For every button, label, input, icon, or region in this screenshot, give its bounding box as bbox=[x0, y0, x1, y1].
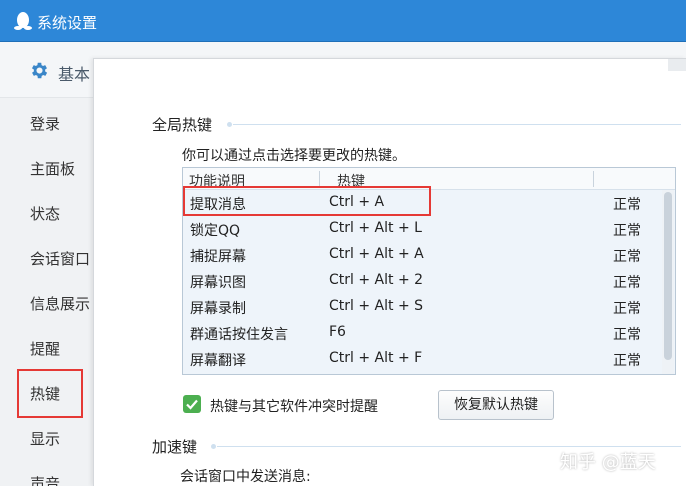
table-row[interactable]: 捕捉屏幕 Ctrl + Alt + A 正常 bbox=[183, 242, 661, 268]
cell-function: 锁定QQ bbox=[190, 223, 241, 239]
cell-status: 正常 bbox=[613, 249, 641, 265]
table-scrollbar[interactable] bbox=[662, 190, 674, 374]
cell-function: 屏幕识图 bbox=[190, 275, 246, 291]
cell-hotkey: F6 bbox=[329, 324, 346, 340]
send-message-label: 会话窗口中发送消息: bbox=[180, 469, 311, 485]
cell-function: 屏幕翻译 bbox=[190, 353, 246, 369]
cell-status: 正常 bbox=[613, 197, 641, 213]
column-separator bbox=[319, 171, 320, 187]
cell-status: 正常 bbox=[613, 353, 641, 369]
sidebar-item-reminders[interactable]: 提醒 bbox=[30, 338, 60, 359]
highlight-box-hotkeys bbox=[17, 369, 83, 418]
cell-hotkey: Ctrl + Alt + S bbox=[329, 298, 424, 314]
sidebar-item-display[interactable]: 显示 bbox=[30, 428, 60, 449]
conflict-reminder-label[interactable]: 热键与其它软件冲突时提醒 bbox=[210, 396, 378, 416]
table-row[interactable]: 锁定QQ Ctrl + Alt + L 正常 bbox=[183, 216, 661, 242]
cell-status: 正常 bbox=[613, 275, 641, 291]
hotkey-settings-panel: 全局热键 你可以通过点击选择要更改的热键。 功能说明 热键 提取消息 Ctrl … bbox=[93, 58, 686, 486]
sidebar-item-sound[interactable]: 声音 bbox=[30, 473, 60, 486]
sidebar-header-label: 基本 bbox=[58, 65, 91, 84]
table-scrollbar-thumb[interactable] bbox=[664, 192, 672, 360]
cell-status: 正常 bbox=[613, 223, 641, 239]
sidebar-item-status[interactable]: 状态 bbox=[30, 203, 60, 224]
cell-hotkey: Ctrl + Alt + 2 bbox=[329, 272, 424, 288]
gear-icon bbox=[31, 62, 48, 79]
cell-status: 正常 bbox=[613, 327, 641, 343]
cell-function: 群通话按住发言 bbox=[190, 327, 288, 343]
cell-hotkey: Ctrl + Alt + L bbox=[329, 220, 422, 236]
cell-status: 正常 bbox=[613, 301, 641, 317]
hotkey-hint: 你可以通过点击选择要更改的热键。 bbox=[182, 148, 406, 164]
sidebar-header[interactable]: 基本 bbox=[0, 42, 96, 98]
cell-function: 捕捉屏幕 bbox=[190, 249, 246, 265]
cell-hotkey: Ctrl + Alt + F bbox=[329, 350, 423, 366]
table-row[interactable]: 屏幕识图 Ctrl + Alt + 2 正常 bbox=[183, 268, 661, 294]
window-title: 系统设置 bbox=[37, 14, 98, 32]
section-title-accelerators: 加速键 bbox=[152, 438, 198, 456]
sidebar-item-chat-window[interactable]: 会话窗口 bbox=[30, 248, 90, 269]
settings-sidebar: 基本 登录 主面板 状态 会话窗口 信息展示 提醒 热键 显示 声音 bbox=[0, 42, 96, 486]
section-divider bbox=[227, 122, 681, 127]
section-divider bbox=[211, 444, 681, 449]
qq-penguin-icon bbox=[14, 12, 32, 30]
checkmark-icon bbox=[186, 399, 198, 410]
conflict-reminder-checkbox[interactable] bbox=[183, 395, 201, 413]
sidebar-item-main-panel[interactable]: 主面板 bbox=[30, 158, 75, 179]
restore-default-hotkeys-button[interactable]: 恢复默认热键 bbox=[438, 390, 554, 420]
title-bar: 系统设置 bbox=[0, 0, 686, 42]
highlight-box-row bbox=[183, 186, 431, 216]
sidebar-item-login[interactable]: 登录 bbox=[30, 113, 60, 134]
table-row[interactable]: 屏幕翻译 Ctrl + Alt + F 正常 bbox=[183, 346, 661, 372]
cell-function: 屏幕录制 bbox=[190, 301, 246, 317]
section-title-global-hotkeys: 全局热键 bbox=[152, 116, 213, 134]
watermark: 知乎 @蓝天 bbox=[560, 452, 656, 473]
table-row[interactable]: 群通话按住发言 F6 正常 bbox=[183, 320, 661, 346]
column-separator bbox=[593, 171, 594, 187]
cell-hotkey: Ctrl + Alt + A bbox=[329, 246, 424, 262]
sidebar-item-info-display[interactable]: 信息展示 bbox=[30, 293, 90, 314]
table-row[interactable]: 屏幕录制 Ctrl + Alt + S 正常 bbox=[183, 294, 661, 320]
panel-scroll-stub bbox=[668, 59, 686, 71]
